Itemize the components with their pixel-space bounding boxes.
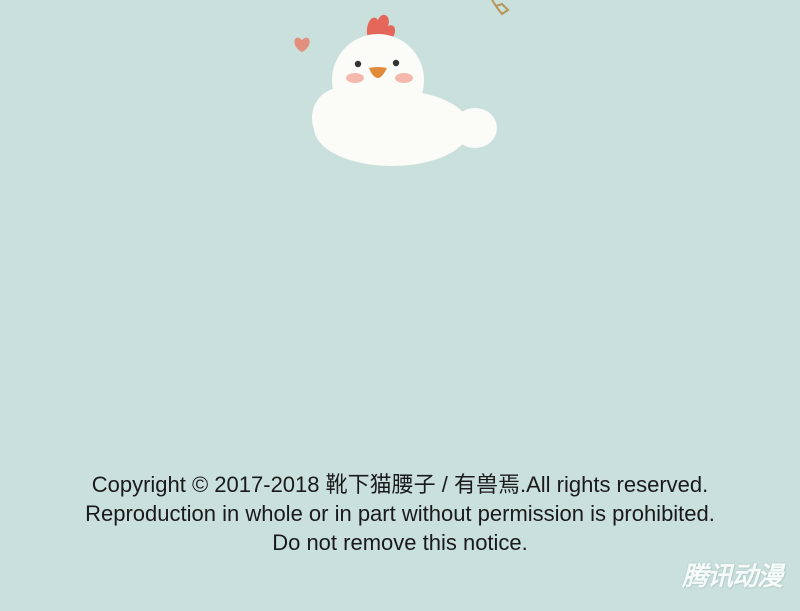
right-cheek [395, 73, 413, 83]
do-not-remove-line: Do not remove this notice. [272, 530, 528, 555]
left-eye [354, 60, 362, 68]
reproduction-line: Reproduction in whole or in part without… [85, 501, 715, 526]
heart-icon [294, 37, 310, 52]
copyright-line: Copyright © 2017-2018 靴下猫腰子 / 有兽焉.All ri… [91, 472, 709, 497]
left-cheek [346, 73, 364, 83]
copyright-notice: Copyright © 2017-2018 靴下猫腰子 / 有兽焉.All ri… [0, 470, 800, 557]
right-eye [392, 59, 400, 67]
charm-icon [491, 0, 510, 16]
chick-illustration [294, 0, 510, 166]
tencent-comics-watermark: 腾讯动漫 [681, 562, 783, 592]
chick-body [312, 34, 497, 166]
